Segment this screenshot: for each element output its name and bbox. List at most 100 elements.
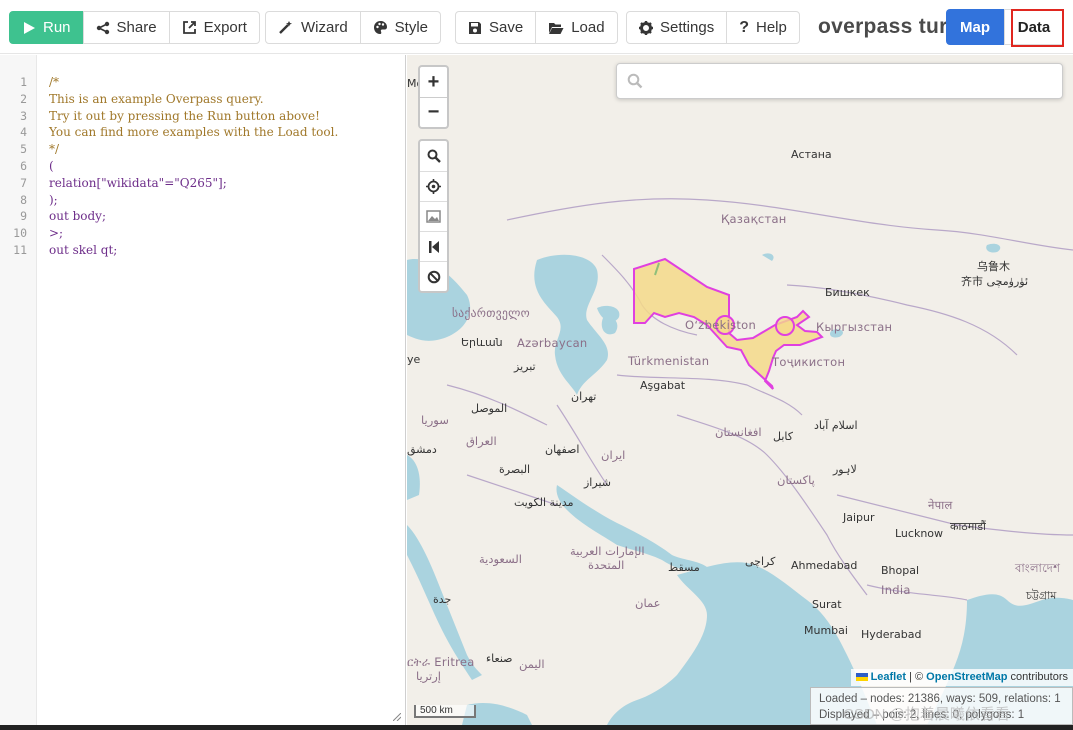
export-image-button[interactable]	[420, 201, 447, 231]
gear-icon	[639, 20, 653, 35]
resize-grip-icon[interactable]	[393, 713, 401, 721]
locate-me-button[interactable]	[420, 171, 447, 201]
map-label: Aşgabat	[640, 379, 686, 392]
style-button[interactable]: Style	[359, 11, 442, 44]
run-label: Run	[43, 19, 71, 36]
line-number: 1	[20, 75, 27, 89]
share-button[interactable]: Share	[82, 11, 170, 44]
help-button[interactable]: ? Help	[726, 11, 800, 44]
export-button[interactable]: Export	[168, 11, 260, 44]
map-label: اصفهان	[545, 443, 580, 456]
map-label: العراق	[466, 434, 497, 448]
question-icon: ?	[739, 18, 749, 36]
watermark: CSDN @抱着晨曦依看看	[843, 706, 1010, 723]
code-line[interactable]: */	[49, 141, 338, 158]
map-label: إرتريا	[416, 669, 441, 683]
map-label: Бишкек	[825, 286, 870, 299]
palette-icon	[373, 21, 387, 34]
style-label: Style	[394, 19, 429, 36]
map-label: საქართველო	[452, 306, 530, 320]
settings-button[interactable]: Settings	[626, 11, 728, 44]
skip-back-icon	[428, 240, 439, 253]
map-label: India	[881, 583, 911, 597]
line-number: 10	[13, 226, 27, 241]
line-number-gutter: 1 2 3 4 5 6 7 8 9 10 11	[0, 55, 37, 725]
zoom-out-button[interactable]: −	[420, 97, 447, 127]
share-icon	[96, 21, 109, 34]
map-label: Hyderabad	[861, 628, 922, 641]
map-label: ye	[407, 353, 421, 366]
line-number: 7	[20, 175, 27, 190]
map-label: صنعاء	[486, 652, 513, 665]
clear-data-button[interactable]	[420, 261, 447, 291]
map-label: الإمارات العربية	[570, 544, 645, 558]
map-label: کراچی	[745, 555, 776, 568]
map-label: پاکستان	[777, 473, 815, 487]
code-line[interactable]: (	[49, 158, 338, 175]
search-location-button[interactable]	[420, 141, 447, 171]
map-label: السعودية	[479, 552, 522, 566]
map-label: Oʻzbekiston	[685, 318, 757, 332]
wizard-label: Wizard	[301, 19, 348, 36]
query-editor[interactable]: 1 2 3 4 5 6 7 8 9 10 11 /* This is an example Overp…	[0, 55, 406, 725]
code-line[interactable]: );	[49, 192, 338, 209]
map-label: काठमाडौं	[950, 520, 986, 533]
map-label: اليمن	[519, 657, 545, 671]
map-label: 齐市 ئۈرۈمچی	[961, 275, 1029, 288]
map-label: ایران	[601, 448, 626, 462]
map-label: Lucknow	[895, 527, 944, 540]
share-label: Share	[116, 19, 157, 36]
ukraine-flag-icon	[855, 673, 868, 681]
map-tab[interactable]: Map	[946, 9, 1004, 45]
export-label: Export	[203, 19, 247, 36]
wizard-group: Wizard Style	[265, 11, 442, 44]
image-icon	[426, 210, 441, 223]
line-number: 2	[20, 91, 27, 106]
poi-marker	[775, 316, 795, 336]
code-line[interactable]: You can find more examples with the Load…	[49, 124, 338, 141]
line-number: 3	[20, 108, 27, 123]
code-line[interactable]: /*	[49, 74, 338, 91]
code-line[interactable]: out body;	[49, 208, 338, 225]
data-tab[interactable]: Data	[1004, 9, 1064, 45]
line-number: 11	[13, 242, 27, 257]
zoom-in-button[interactable]: +	[420, 67, 447, 97]
map-tiles	[407, 55, 1073, 725]
app-title: overpass turbo	[818, 15, 948, 38]
osm-link[interactable]: OpenStreetMap	[926, 671, 1007, 683]
leaflet-link[interactable]: Leaflet	[871, 671, 906, 683]
window-bottom-edge	[0, 725, 1073, 730]
map-label: Mumbai	[804, 624, 848, 637]
code-line[interactable]: relation["wikidata"="Q265"];	[49, 175, 338, 192]
settings-group: Settings ? Help	[626, 11, 800, 44]
code-area[interactable]: /* This is an example Overpass query. Try …	[49, 74, 338, 259]
line-number: 9	[20, 209, 27, 224]
code-line[interactable]: Try it out by pressing the Run button ab…	[49, 108, 338, 125]
save-button[interactable]: Save	[455, 11, 537, 44]
load-button[interactable]: Load	[535, 11, 618, 44]
wizard-button[interactable]: Wizard	[265, 11, 361, 44]
map-label: চট্টগ্রাম	[1026, 589, 1057, 602]
map-label: الموصل	[471, 402, 508, 415]
map-label: لاہور	[833, 463, 857, 476]
map-label: افغانستان	[715, 425, 762, 439]
map-search-input[interactable]	[616, 63, 1063, 99]
folder-open-icon	[549, 22, 564, 34]
code-line[interactable]: This is an example Overpass query.	[49, 91, 338, 108]
run-button[interactable]: Run	[9, 11, 84, 44]
line-number: 8	[20, 192, 27, 207]
map-label: Azərbaycan	[517, 336, 588, 350]
map-view[interactable]: Астана Қазақстан 乌鲁木 齐市 ئۈرۈمچی Бишкек O…	[407, 55, 1073, 725]
save-label: Save	[489, 19, 524, 36]
map-label: ርትራ Eritrea	[407, 655, 475, 669]
attribution-rest: contributors	[1007, 671, 1068, 683]
map-label: Астана	[791, 148, 832, 161]
map-label: Тоҷикистон	[772, 355, 846, 369]
code-line[interactable]: out skel qt;	[49, 242, 338, 259]
file-group: Save Load	[455, 11, 618, 44]
map-label: 乌鲁木	[977, 260, 1010, 273]
code-line[interactable]: >;	[49, 225, 338, 242]
export-icon	[182, 21, 196, 34]
zoom-to-data-button[interactable]	[420, 231, 447, 261]
line-numbers: 1 2 3 4 5 6 7 8 9 10 11	[0, 74, 27, 259]
